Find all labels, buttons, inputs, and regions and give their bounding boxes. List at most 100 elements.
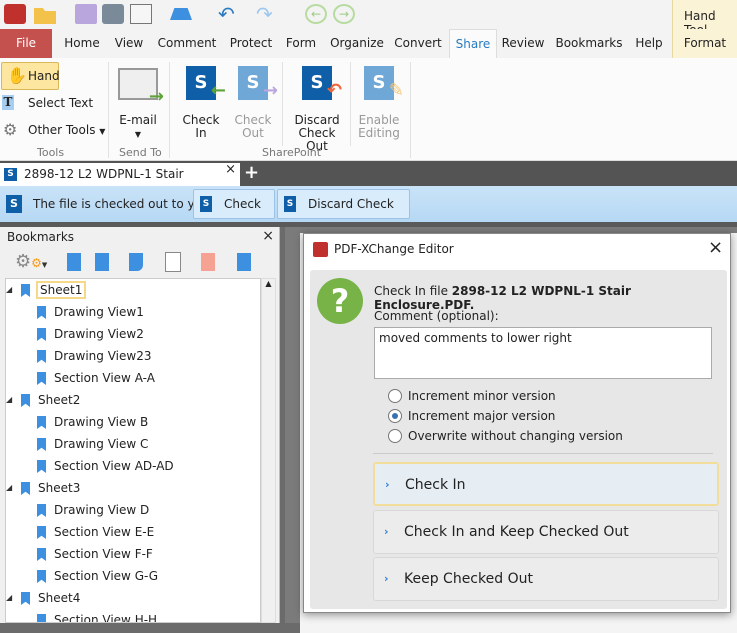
bookmark-item[interactable]: Section View A-A <box>37 367 155 389</box>
save-icon[interactable] <box>75 4 97 24</box>
dialog-close-button[interactable]: × <box>708 237 723 258</box>
bookmark-item[interactable]: ◢ Sheet4 <box>6 587 80 609</box>
sharepoint-check-in-icon: S ← <box>186 66 226 101</box>
checkout-message: The file is checked out to you. <box>33 197 214 211</box>
enable-editing-button[interactable]: S ✎ Enable Editing <box>354 66 404 140</box>
tab-help[interactable]: Help <box>631 29 667 58</box>
radio-overwrite[interactable]: Overwrite without changing version <box>388 428 623 444</box>
bookmark-item[interactable]: ◢ Sheet1 <box>6 279 87 301</box>
bookmark-item[interactable]: Drawing View2 <box>37 323 144 345</box>
bookmark-label: Section View F-F <box>54 547 153 561</box>
bookmark-item[interactable]: Drawing View C <box>37 433 148 455</box>
group-label-send-to: Send To <box>119 146 162 159</box>
expand-toggle-icon[interactable]: ◢ <box>6 587 12 609</box>
bookmark-icon <box>37 350 46 363</box>
open-folder-icon[interactable] <box>34 8 56 24</box>
bookmark-icon <box>37 460 46 473</box>
bookmark-item[interactable]: ◢ Sheet2 <box>6 389 80 411</box>
ribbon: ✋ Hand T Select Text ⚙ Other Tools ▼ Too… <box>0 58 737 161</box>
bookmark-item[interactable]: Drawing View23 <box>37 345 151 367</box>
bookmark-item[interactable]: Section View E-E <box>37 521 154 543</box>
select-text-button[interactable]: T Select Text <box>1 93 93 113</box>
infobar-discard-button[interactable]: S Discard Check Out <box>277 189 410 239</box>
check-in-command[interactable]: › Check In <box>373 462 719 506</box>
bookmark-item[interactable]: Section View AD-AD <box>37 455 174 477</box>
discard-check-out-button[interactable]: S ↶ Discard Check Out <box>285 66 349 153</box>
tab-bookmarks[interactable]: Bookmarks <box>553 29 625 58</box>
bookmark-label: Drawing View D <box>54 503 150 517</box>
chevron-right-icon: › <box>384 572 389 585</box>
expand-toggle-icon[interactable]: ◢ <box>6 279 12 301</box>
bookmark-item[interactable]: Section View G-G <box>37 565 158 587</box>
close-panel-icon[interactable]: × <box>262 228 274 244</box>
bookmark-icon <box>37 438 46 451</box>
go-to-bookmark-icon[interactable] <box>237 253 251 271</box>
bookmark-item[interactable]: Section View F-F <box>37 543 153 565</box>
redo-icon[interactable]: ↷ <box>256 4 278 24</box>
bookmark-icon <box>37 504 46 517</box>
email-icon[interactable] <box>130 4 152 24</box>
options-gear-icon[interactable]: ⚙⚙▼ <box>15 251 47 272</box>
forward-icon[interactable]: → <box>333 4 355 24</box>
print-icon[interactable] <box>102 4 124 24</box>
bookmark-icon <box>37 306 46 319</box>
scan-icon[interactable] <box>170 8 192 20</box>
tab-format[interactable]: Format <box>672 29 737 58</box>
tab-file[interactable]: File <box>0 29 52 58</box>
bookmark-label: Section View E-E <box>54 525 155 539</box>
bookmark-item[interactable]: Drawing View B <box>37 411 148 433</box>
bookmark-icon <box>37 570 46 583</box>
delete-icon[interactable] <box>201 253 215 271</box>
tab-convert[interactable]: Convert <box>392 29 444 58</box>
bookmark-properties-icon[interactable] <box>165 252 181 272</box>
check-in-keep-checked-out-command[interactable]: › Check In and Keep Checked Out <box>373 510 719 554</box>
keep-checked-out-command[interactable]: › Keep Checked Out <box>373 557 719 601</box>
hand-tool-button[interactable]: ✋ Hand <box>1 62 60 90</box>
text-cursor-icon: T <box>2 95 14 110</box>
bookmark-icon <box>21 394 30 407</box>
other-tools-button[interactable]: ⚙ Other Tools ▼ <box>1 120 105 140</box>
tab-form[interactable]: Form <box>282 29 320 58</box>
expand-all-icon[interactable] <box>67 253 81 271</box>
add-bookmark-icon[interactable] <box>129 253 143 271</box>
chevron-right-icon: › <box>385 478 390 491</box>
sharepoint-discard-icon: S ↶ <box>302 66 342 101</box>
tab-review[interactable]: Review <box>500 29 546 58</box>
new-tab-button[interactable]: + <box>244 162 259 183</box>
tab-protect[interactable]: Protect <box>226 29 276 58</box>
dialog-body: ? Check In file 2898-12 L2 WDPNL-1 Stair… <box>310 270 727 609</box>
comment-input[interactable]: moved comments to lower right <box>374 327 712 379</box>
collapse-all-icon[interactable] <box>95 253 109 271</box>
document-tab[interactable]: S 2898-12 L2 WDPNL-1 Stair Enclosure × <box>0 162 240 204</box>
bookmark-icon <box>21 592 30 605</box>
bookmark-label: Sheet1 <box>35 281 87 299</box>
tab-share[interactable]: Share <box>449 29 497 58</box>
infobar-check-in-button[interactable]: S Check In <box>193 189 275 239</box>
tab-home[interactable]: Home <box>60 29 104 58</box>
app-logo-icon <box>313 242 328 257</box>
bookmarks-toolbar: ⚙⚙▼ <box>5 247 275 279</box>
bookmarks-tree: ◢ Sheet1 Drawing View1 Drawing View2 Drawing… <box>5 278 261 623</box>
chevron-right-icon: › <box>384 525 389 538</box>
tab-organize[interactable]: Organize <box>328 29 386 58</box>
radio-increment-major[interactable]: Increment major version <box>388 408 555 424</box>
undo-icon[interactable]: ↶ <box>218 4 240 24</box>
expand-toggle-icon[interactable]: ◢ <box>6 389 12 411</box>
bookmark-item[interactable]: Section View H-H <box>37 609 157 622</box>
radio-increment-minor[interactable]: Increment minor version <box>388 388 556 404</box>
tab-comment[interactable]: Comment <box>154 29 220 58</box>
back-icon[interactable]: ← <box>305 4 327 24</box>
close-tab-icon[interactable]: × <box>225 158 236 181</box>
panel-title: Bookmarks <box>7 230 75 244</box>
check-in-button[interactable]: S ← Check In <box>176 66 226 140</box>
email-button[interactable]: → E-mail ▼ <box>113 68 164 141</box>
bookmark-item[interactable]: ◢ Sheet3 <box>6 477 80 499</box>
bookmark-icon <box>37 614 46 622</box>
tab-view[interactable]: View <box>110 29 148 58</box>
bookmarks-panel: Bookmarks × ⚙⚙▼ ◢ Sheet1 Drawing View1 Draw… <box>0 227 280 623</box>
expand-toggle-icon[interactable]: ◢ <box>6 477 12 499</box>
bookmark-item[interactable]: Drawing View D <box>37 499 149 521</box>
scrollbar[interactable]: ▲ <box>261 278 276 623</box>
bookmark-item[interactable]: Drawing View1 <box>37 301 144 323</box>
check-out-button[interactable]: S → Check Out <box>228 66 278 140</box>
